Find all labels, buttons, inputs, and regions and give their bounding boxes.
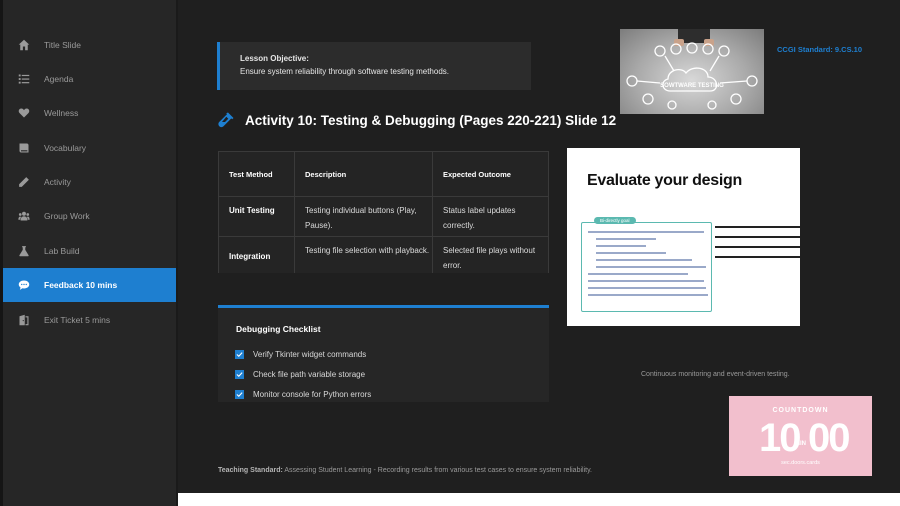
teaching-standard-label: Teaching Standard:	[218, 467, 283, 474]
pencil-icon	[17, 175, 31, 189]
teaching-standard: Teaching Standard: Assessing Student Lea…	[218, 467, 592, 474]
checklist-item[interactable]: Check file path variable storage	[235, 370, 365, 379]
cell-description: Testing individual buttons (Play, Pause)…	[294, 196, 433, 237]
teaching-standard-text: Assessing Student Learning - Recording r…	[282, 467, 593, 474]
sidebar-item-label: Title Slide	[44, 40, 82, 50]
lesson-objective-box: Lesson Objective: Ensure system reliabil…	[217, 42, 531, 90]
hero-caption: SOWTWARE TESTING	[660, 83, 724, 89]
sidebar-item-feedback[interactable]: Feedback 10 mins	[3, 268, 176, 302]
ccgi-standard: CCGI Standard: 9.CS.10	[777, 45, 863, 54]
sidebar: Title Slide Agenda Wellness Vocabulary A…	[0, 0, 178, 506]
users-icon	[17, 209, 31, 223]
cell-description: Testing file selection with playback.	[294, 236, 433, 273]
checkbox-checked-icon[interactable]	[235, 350, 244, 359]
sidebar-item-label: Activity	[44, 177, 71, 187]
objective-text: Ensure system reliability through softwa…	[240, 67, 449, 76]
checklist-item-label: Monitor console for Python errors	[253, 390, 372, 399]
home-icon	[17, 38, 31, 52]
sidebar-item-label: Lab Build	[44, 246, 80, 256]
design-worksheet-card: Bi-directly goal	[581, 217, 712, 312]
flask-icon	[17, 244, 31, 258]
countdown-timer: COUNTDOWN 10 MIN 00 sec.doors.cards	[729, 396, 872, 476]
door-icon	[17, 313, 31, 327]
checkbox-checked-icon[interactable]	[235, 390, 244, 399]
evaluate-design-image: Evaluate your design Bi-directly goal	[567, 148, 800, 326]
comment-icon	[17, 278, 31, 292]
cell-outcome: Selected file plays without error.	[432, 236, 549, 273]
sidebar-item-vocabulary[interactable]: Vocabulary	[3, 131, 176, 165]
countdown-minutes: 10	[759, 416, 801, 460]
debugging-checklist: Debugging Checklist Verify Tkinter widge…	[218, 305, 549, 402]
header-test-method: Test Method	[218, 151, 295, 197]
countdown-label: COUNTDOWN	[772, 407, 829, 414]
checklist-item-label: Check file path variable storage	[253, 370, 366, 379]
cell-method: Unit Testing	[218, 196, 295, 237]
checklist-item-label: Verify Tkinter widget commands	[253, 350, 367, 359]
countdown-seconds: 00	[808, 416, 850, 460]
cell-outcome: Status label updates correctly.	[432, 196, 549, 237]
sidebar-item-exit-ticket[interactable]: Exit Ticket 5 mins	[3, 303, 176, 337]
sidebar-item-wellness[interactable]: Wellness	[3, 96, 176, 130]
test-tube-icon	[218, 112, 234, 128]
countdown-min-label: MIN	[795, 441, 806, 447]
monitoring-caption: Continuous monitoring and event-driven t…	[641, 371, 790, 378]
sidebar-item-label: Group Work	[44, 211, 90, 221]
objective-label: Lesson Objective:	[240, 54, 309, 63]
table-row: Integration Testing file selection with …	[218, 236, 549, 273]
software-testing-image: SOWTWARE TESTING	[620, 29, 764, 114]
sidebar-item-agenda[interactable]: Agenda	[3, 62, 176, 96]
countdown-footer: sec.doors.cards	[781, 460, 820, 466]
list-icon	[17, 72, 31, 86]
sidebar-item-label: Vocabulary	[44, 143, 87, 153]
checkbox-checked-icon[interactable]	[235, 370, 244, 379]
software-testing-illustration: SOWTWARE TESTING	[626, 29, 758, 110]
heart-icon	[17, 106, 31, 120]
table-row: Unit Testing Testing individual buttons …	[218, 196, 549, 237]
sidebar-item-lab-build[interactable]: Lab Build	[3, 234, 176, 268]
checklist-item[interactable]: Monitor console for Python errors	[235, 390, 371, 399]
header-description: Description	[294, 151, 433, 197]
checklist-item[interactable]: Verify Tkinter widget commands	[235, 350, 366, 359]
activity-title-row: Activity 10: Testing & Debugging (Pages …	[217, 111, 616, 129]
sidebar-item-label: Agenda	[44, 74, 74, 84]
page-title: Activity 10: Testing & Debugging (Pages …	[245, 112, 617, 128]
design-title: Evaluate your design	[587, 172, 742, 189]
sidebar-item-group-work[interactable]: Group Work	[3, 199, 176, 233]
table-header-row: Test Method Description Expected Outcome	[218, 151, 549, 197]
cell-method: Integration	[218, 236, 295, 273]
checklist-title: Debugging Checklist	[236, 324, 321, 334]
testing-table: Test Method Description Expected Outcome…	[218, 151, 549, 273]
sidebar-item-label: Exit Ticket 5 mins	[44, 315, 111, 325]
book-icon	[17, 141, 31, 155]
sidebar-item-label: Wellness	[44, 108, 79, 118]
sidebar-item-activity[interactable]: Activity	[3, 165, 176, 199]
sidebar-item-title-slide[interactable]: Title Slide	[3, 28, 176, 62]
sidebar-item-label: Feedback 10 mins	[44, 280, 118, 290]
worksheet-tag: Bi-directly goal	[594, 217, 636, 224]
header-expected-outcome: Expected Outcome	[432, 151, 549, 197]
